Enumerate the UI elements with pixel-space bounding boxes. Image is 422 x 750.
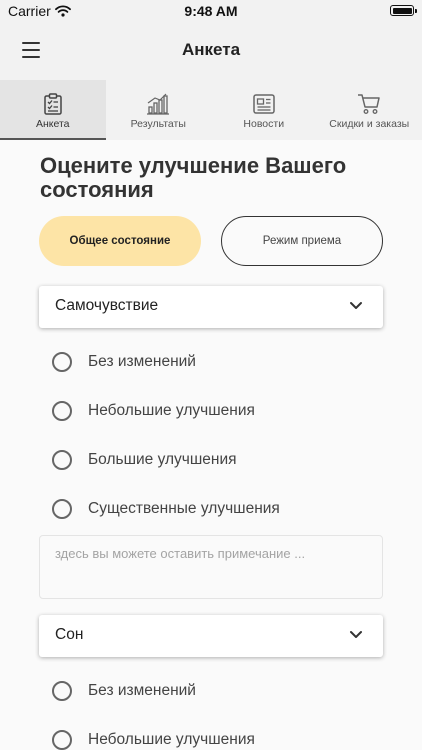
- tab-label: Результаты: [130, 118, 186, 130]
- radio-button[interactable]: [52, 499, 72, 519]
- tab-discounts[interactable]: Скидки и заказы: [317, 80, 422, 140]
- radio-button[interactable]: [52, 401, 72, 421]
- radio-label: Небольшие улучшения: [88, 731, 255, 748]
- newspaper-icon: [253, 94, 275, 114]
- tab-news[interactable]: Новости: [211, 80, 317, 140]
- radio-button[interactable]: [52, 730, 72, 750]
- radio-label: Без изменений: [88, 682, 196, 699]
- note-input[interactable]: [39, 535, 383, 599]
- tab-label: Скидки и заказы: [329, 118, 410, 130]
- radio-option[interactable]: Без изменений: [52, 349, 196, 375]
- wellbeing-dropdown[interactable]: Самочувствие: [39, 286, 383, 328]
- radio-label: Небольшие улучшения: [88, 402, 255, 419]
- radio-label: Существенные улучшения: [88, 500, 280, 517]
- survey-heading: Оцените улучшение Вашего состояния: [40, 153, 347, 202]
- dropdown-label: Самочувствие: [55, 297, 159, 314]
- radio-option[interactable]: Небольшие улучшения: [52, 727, 255, 750]
- radio-option[interactable]: Существенные улучшения: [52, 496, 280, 522]
- general-condition-button[interactable]: Общее состояние: [39, 216, 201, 266]
- page-title: Анкета: [181, 40, 241, 59]
- clock: 9:48 AM: [184, 3, 238, 19]
- radio-option[interactable]: Без изменений: [52, 678, 196, 704]
- navigation-bar: Анкета: [0, 22, 422, 80]
- top-tab-bar: Анкета Результаты Новости Скидки и заказ…: [0, 80, 422, 140]
- survey-content[interactable]: Оцените улучшение Вашего состояния Общее…: [0, 140, 422, 750]
- radio-label: Без изменений: [88, 353, 196, 370]
- battery-icon: [390, 5, 417, 16]
- radio-option[interactable]: Небольшие улучшения: [52, 398, 255, 424]
- tab-label: Анкета: [35, 118, 70, 130]
- tab-results[interactable]: Результаты: [106, 80, 212, 140]
- cart-icon: [358, 94, 380, 114]
- intake-mode-button[interactable]: Режим приема: [221, 216, 383, 266]
- chevron-down-icon: [350, 302, 362, 309]
- radio-button[interactable]: [52, 681, 72, 701]
- radio-button[interactable]: [52, 450, 72, 470]
- radio-label: Большие улучшения: [88, 451, 237, 468]
- radio-button[interactable]: [52, 352, 72, 372]
- chevron-down-icon: [350, 631, 362, 638]
- tab-label: Новости: [243, 118, 285, 130]
- bar-chart-icon: [147, 93, 170, 115]
- tab-survey[interactable]: Анкета: [0, 80, 106, 140]
- status-bar: Carrier 9:48 AM: [0, 0, 422, 22]
- dropdown-label: Сон: [55, 626, 84, 643]
- radio-option[interactable]: Большие улучшения: [52, 447, 237, 473]
- clipboard-icon: [44, 93, 62, 115]
- sleep-dropdown[interactable]: Сон: [39, 615, 383, 657]
